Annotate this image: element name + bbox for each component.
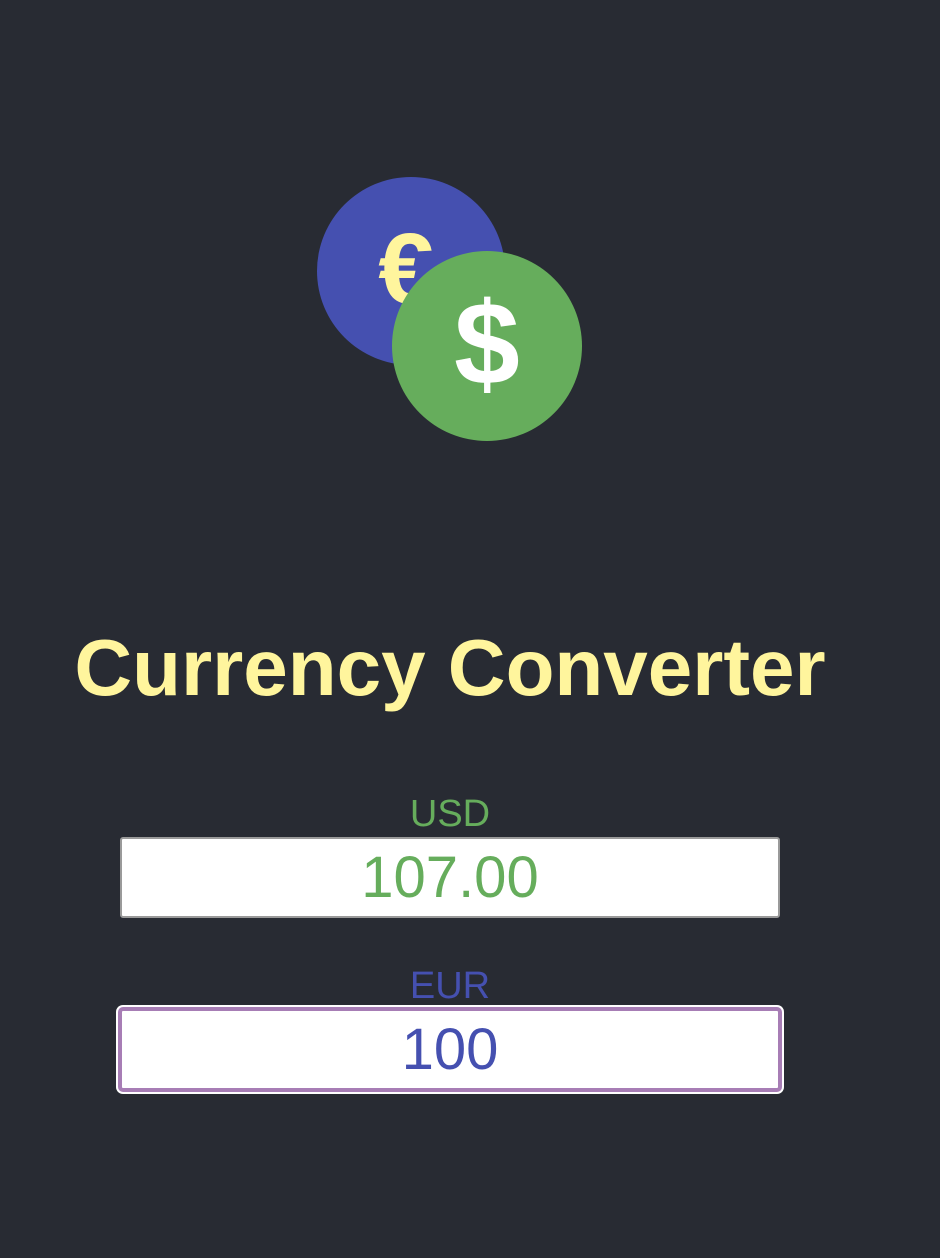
page-title: Currency Converter	[74, 623, 826, 712]
usd-label: USD	[409, 793, 491, 835]
eur-amount-input[interactable]	[118, 1007, 782, 1092]
svg-text:$: $	[454, 278, 520, 410]
eur-label: EUR	[409, 965, 491, 1007]
currency-converter-app: € $ Currency Converter USD EUR	[0, 0, 940, 1258]
currency-coins-icon: € $	[316, 176, 582, 442]
dollar-coin-icon: $	[392, 251, 582, 441]
usd-amount-input[interactable]	[120, 837, 780, 918]
